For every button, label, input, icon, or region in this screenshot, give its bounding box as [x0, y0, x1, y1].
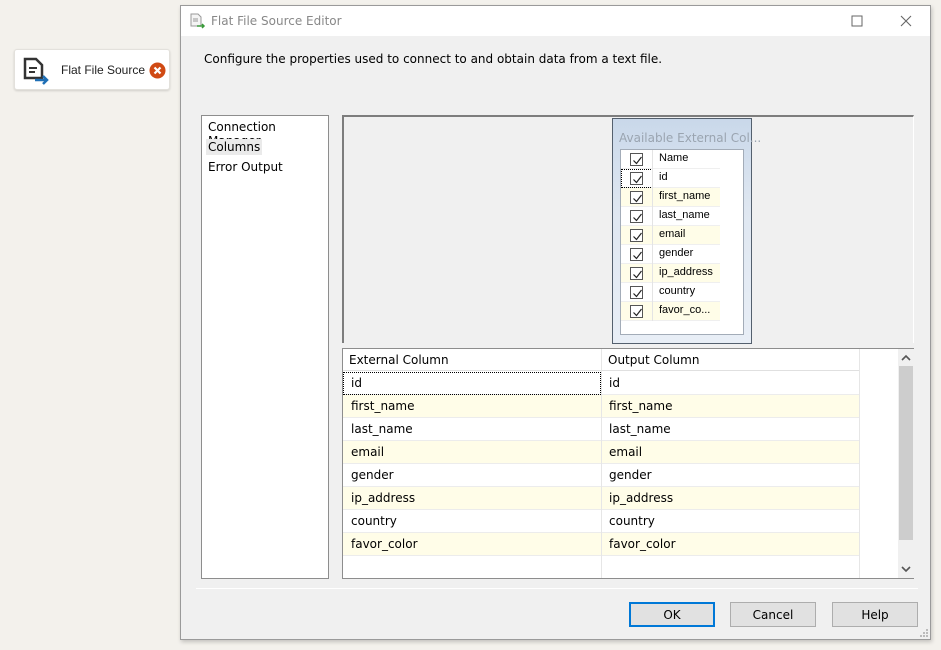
available-column-item[interactable]: id	[621, 169, 720, 188]
nav-item-columns[interactable]: Columns	[206, 139, 263, 155]
external-column-cell[interactable]: favor_color	[351, 537, 418, 551]
output-column-cell[interactable]: id	[609, 376, 620, 390]
column-checkbox[interactable]	[630, 248, 643, 261]
column-name: email	[659, 228, 686, 240]
available-column-item[interactable]: ip_address	[621, 264, 720, 283]
output-column-cell[interactable]: email	[609, 445, 642, 459]
resize-grip-icon[interactable]	[918, 627, 928, 637]
column-name: first_name	[659, 190, 711, 202]
available-external-columns-box[interactable]: Available External Col... Name id first_…	[612, 118, 761, 344]
column-checkbox[interactable]	[630, 229, 643, 242]
external-column-cell[interactable]: email	[351, 445, 384, 459]
flat-file-source-component[interactable]: Flat File Source	[14, 49, 170, 90]
output-column-header[interactable]: Output Column	[608, 353, 699, 367]
scroll-up-icon[interactable]	[901, 353, 911, 363]
column-name: favor_co...	[659, 304, 711, 316]
available-columns-header: Available External Col...	[619, 131, 762, 145]
column-checkbox[interactable]	[630, 191, 643, 204]
available-column-item[interactable]: first_name	[621, 188, 720, 207]
column-checkbox[interactable]	[630, 305, 643, 318]
column-checkbox[interactable]	[630, 267, 643, 280]
flat-file-source-editor-dialog: Flat File Source Editor Configure the pr…	[180, 5, 931, 640]
cancel-button[interactable]: Cancel	[730, 602, 816, 627]
output-column-cell[interactable]: ip_address	[609, 491, 673, 505]
flat-file-source-icon	[23, 57, 49, 85]
available-columns-list: Name id first_name last_name email gende…	[620, 149, 744, 335]
close-button[interactable]	[897, 12, 915, 30]
available-column-item[interactable]: favor_co...	[621, 302, 720, 321]
vertical-scrollbar[interactable]	[898, 349, 914, 578]
name-column-header: Name	[659, 152, 689, 164]
output-column-cell[interactable]: last_name	[609, 422, 671, 436]
name-header-row: Name	[621, 150, 720, 169]
column-checkbox[interactable]	[630, 210, 643, 223]
external-column-cell[interactable]: ip_address	[351, 491, 415, 505]
column-divider[interactable]	[859, 349, 860, 578]
column-name: last_name	[659, 209, 710, 221]
column-name: gender	[659, 247, 694, 259]
column-name: ip_address	[659, 266, 713, 278]
column-checkbox[interactable]	[630, 172, 643, 185]
dialog-description: Configure the properties used to connect…	[204, 52, 663, 66]
scrollbar-thumb[interactable]	[899, 366, 913, 540]
ok-button[interactable]: OK	[629, 602, 715, 627]
output-column-cell[interactable]: first_name	[609, 399, 672, 413]
external-column-cell[interactable]: id	[351, 376, 362, 390]
column-mapping-grid: External Column Output Column id id firs…	[342, 348, 914, 579]
nav-item-error-output[interactable]: Error Output	[206, 159, 285, 175]
column-name: country	[659, 285, 696, 297]
external-column-cell[interactable]: country	[351, 514, 397, 528]
external-column-cell[interactable]: first_name	[351, 399, 414, 413]
footer-divider	[196, 588, 918, 589]
available-column-item[interactable]: gender	[621, 245, 720, 264]
error-icon	[149, 62, 166, 79]
available-column-item[interactable]: country	[621, 283, 720, 302]
page-navigation-list: Connection Manager Columns Error Output	[201, 115, 329, 579]
help-button[interactable]: Help	[832, 602, 918, 627]
select-all-checkbox[interactable]	[630, 153, 643, 166]
column-mapping-panel: Available External Col... Name id first_…	[342, 115, 914, 344]
output-column-cell[interactable]: gender	[609, 468, 652, 482]
output-column-cell[interactable]: favor_color	[609, 537, 676, 551]
external-column-cell[interactable]: last_name	[351, 422, 413, 436]
column-name: id	[659, 171, 668, 183]
output-column-cell[interactable]: country	[609, 514, 655, 528]
dialog-title: Flat File Source Editor	[211, 14, 342, 28]
scroll-down-icon[interactable]	[901, 564, 911, 574]
external-column-header[interactable]: External Column	[349, 353, 449, 367]
title-bar: Flat File Source Editor	[181, 6, 930, 36]
column-checkbox[interactable]	[630, 286, 643, 299]
component-label: Flat File Source	[61, 63, 146, 77]
available-column-item[interactable]: email	[621, 226, 720, 245]
external-column-cell[interactable]: gender	[351, 468, 394, 482]
flat-file-source-icon	[190, 13, 206, 29]
available-column-item[interactable]: last_name	[621, 207, 720, 226]
maximize-button[interactable]	[849, 13, 865, 29]
column-divider[interactable]	[601, 349, 602, 578]
